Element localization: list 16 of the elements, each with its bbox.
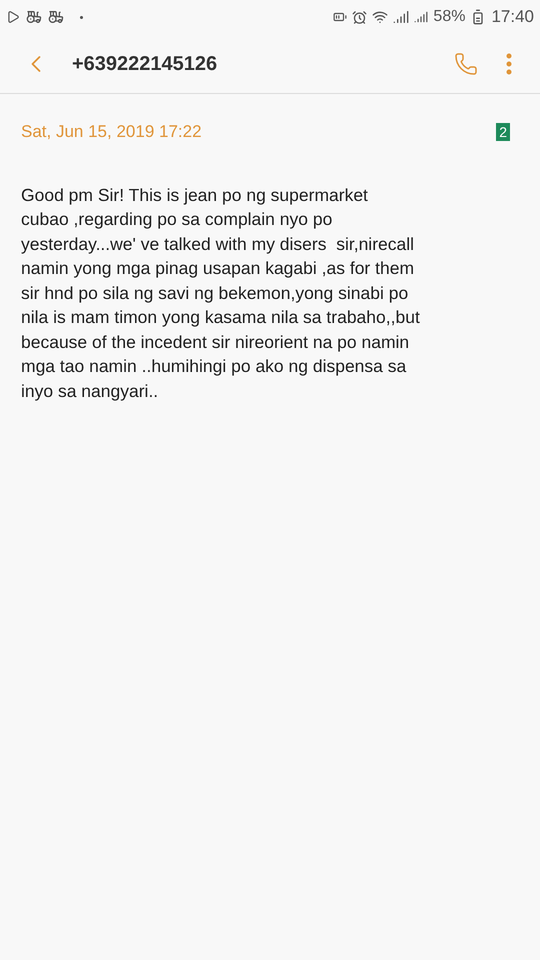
contact-number: +639222145126 [72,52,218,76]
call-button[interactable] [454,52,478,76]
tractor-icon [26,9,42,25]
sim-badge: 2 [496,122,510,141]
wifi-icon [372,9,388,25]
phone-icon [454,52,478,76]
signal-icon [393,9,410,25]
message-text: Good pm Sir! This is jean po ng supermarket cubao ,regarding po sa complain nyo po yesterday...we' ve talked with my disers sir,nirecall namin yong mga pinag usapan kagabi ,as for them sir hnd po sila ng savi ng bekemon,yong sinabi po nila is mam timon yong kasama nila sa trabaho,,but because of the incedent sir nireorient na po namin mga tao namin ..humihingi po ako ng dispensa sa inyo sa nangyari.. [20,184,421,403]
battery-percentage: 58% [433,7,466,27]
tractor-icon [48,9,64,25]
more-options-button[interactable] [506,52,512,74]
status-time: 17:40 [491,6,534,28]
more-icon [506,52,512,74]
message-date: Sat, Jun 15, 2019 17:22 [21,121,202,143]
alarm-icon [352,10,368,24]
signal-icon [414,10,428,24]
